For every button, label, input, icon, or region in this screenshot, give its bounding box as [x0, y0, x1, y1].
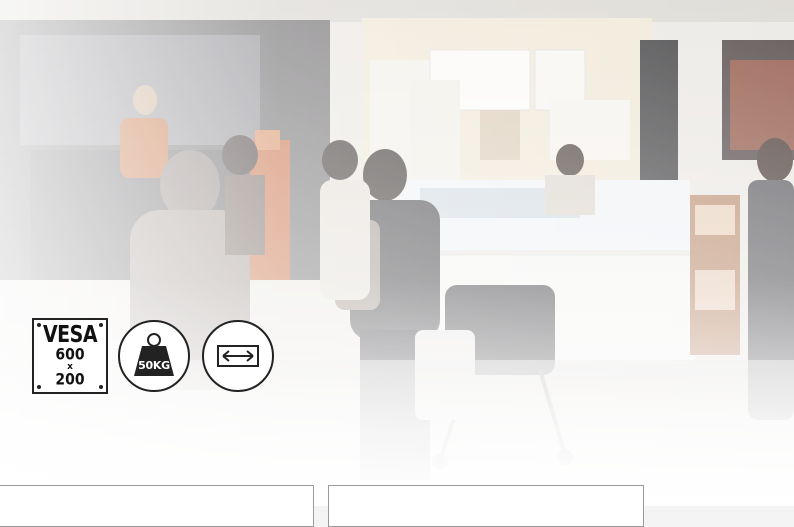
info-panel-left — [0, 485, 314, 527]
weight-label: 50KG — [138, 359, 170, 372]
corner-dot — [99, 323, 103, 327]
store-background-photo — [0, 0, 794, 506]
double-arrow-icon — [202, 320, 274, 392]
corner-dot — [37, 323, 41, 327]
info-panel-right — [328, 485, 644, 527]
vesa-height: 200 — [55, 370, 85, 389]
weight-icon: 50KG — [118, 320, 190, 392]
vesa-badge: VESA 600 x 200 — [32, 318, 108, 394]
corner-dot — [37, 385, 41, 389]
vesa-width: 600 — [55, 345, 85, 364]
corner-dot — [99, 385, 103, 389]
spec-icons-group: VESA 600 x 200 50KG — [32, 318, 278, 398]
vesa-title: VESA — [42, 321, 98, 348]
